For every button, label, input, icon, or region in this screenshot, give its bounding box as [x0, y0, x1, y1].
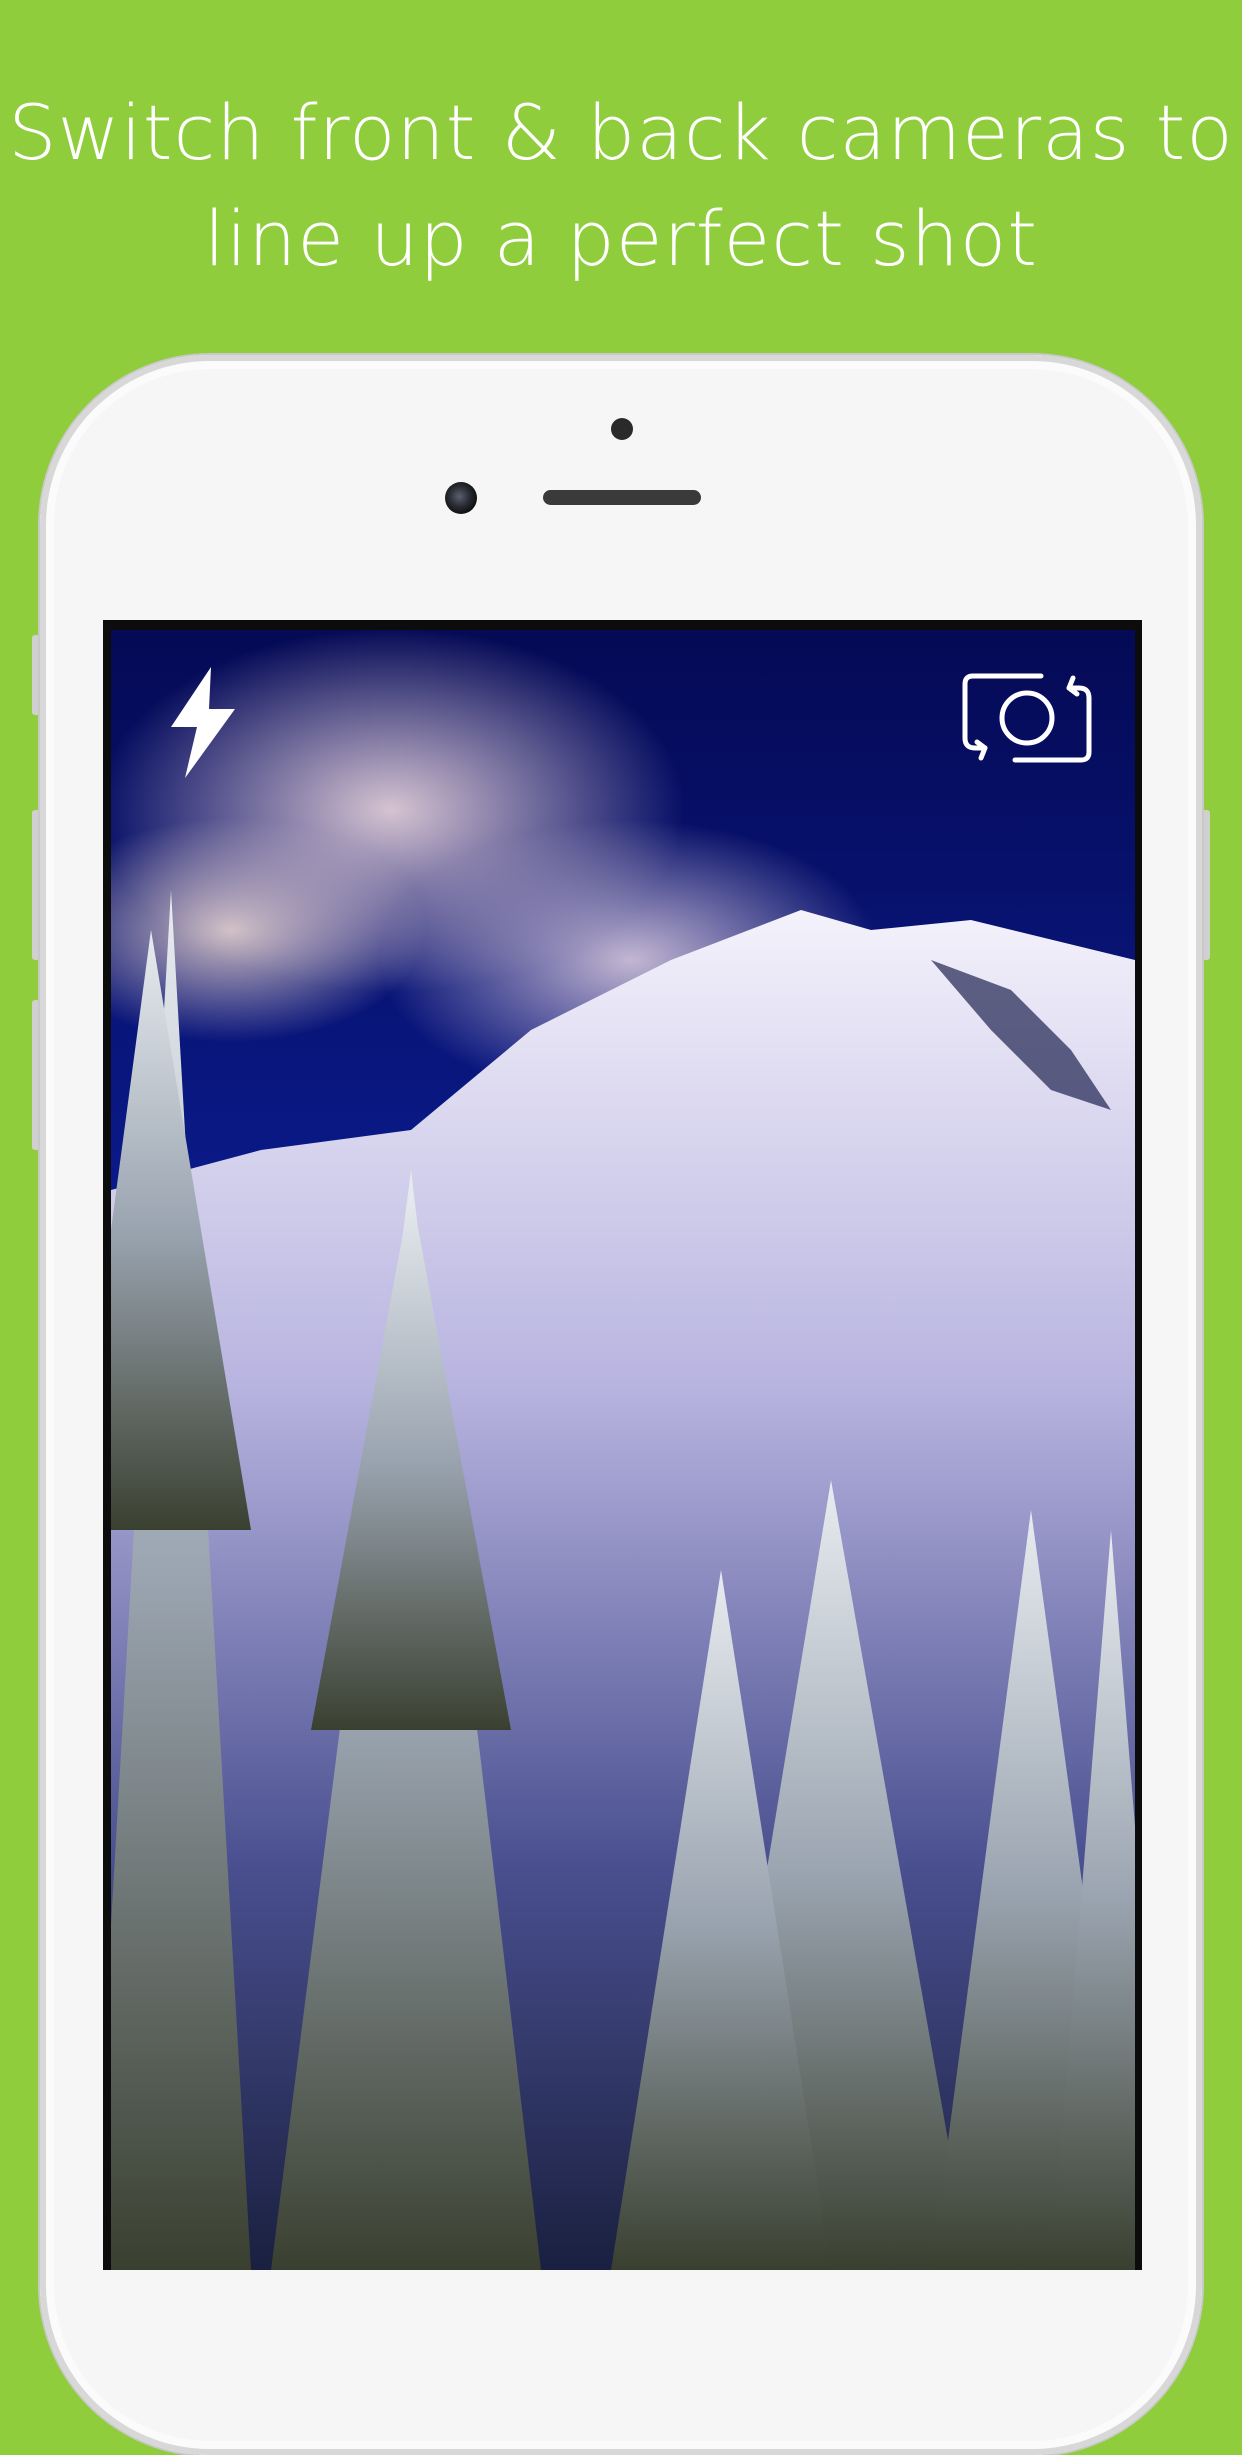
headline: Switch front & back cameras to line up a… [0, 80, 1242, 292]
headline-line-2: line up a perfect shot [203, 194, 1039, 283]
power-button [1202, 810, 1210, 960]
phone-screen [103, 620, 1142, 2270]
switch-camera-button[interactable] [961, 668, 1093, 768]
headline-line-1: Switch front & back cameras to [8, 88, 1234, 177]
earpiece-speaker [543, 490, 701, 505]
lightning-bolt-icon [171, 667, 235, 778]
volume-up-button [32, 810, 40, 960]
volume-down-button [32, 1000, 40, 1150]
front-camera-lens [445, 482, 477, 514]
proximity-sensor [611, 418, 633, 440]
flash-toggle-button[interactable] [169, 665, 239, 780]
mute-switch [32, 635, 40, 715]
camera-viewfinder[interactable] [111, 630, 1135, 2270]
snowy-mountain-scene [111, 890, 1135, 2270]
camera-switch-icon [962, 673, 1092, 763]
